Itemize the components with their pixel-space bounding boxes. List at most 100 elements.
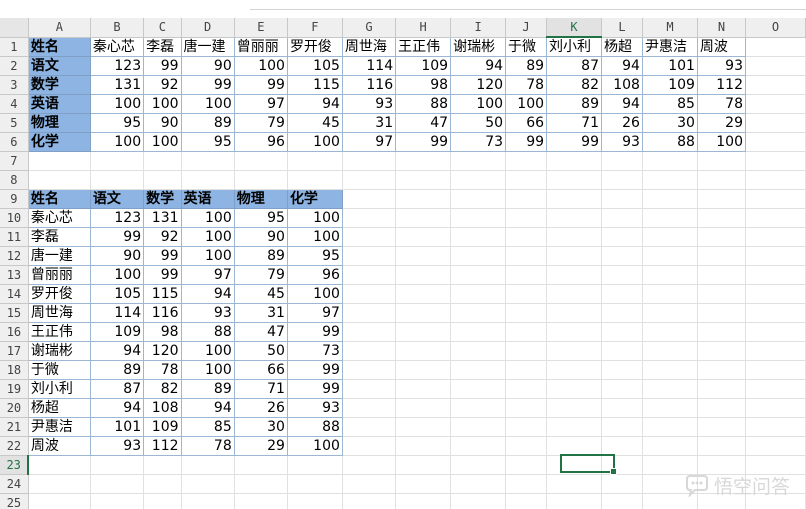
column-header-l[interactable]: L [601, 18, 643, 38]
cell[interactable] [505, 474, 548, 494]
cell[interactable] [546, 360, 602, 380]
cell[interactable] [745, 265, 806, 285]
table1-score[interactable]: 100 [89, 132, 145, 152]
table2-header[interactable]: 姓名 [27, 189, 91, 209]
cell[interactable] [28, 151, 91, 171]
table1-score[interactable]: 96 [233, 132, 288, 152]
cell[interactable] [342, 189, 397, 209]
cell[interactable] [395, 303, 452, 323]
table1-score[interactable]: 120 [450, 75, 507, 95]
table2-score[interactable]: 93 [180, 303, 235, 323]
cell[interactable] [450, 246, 507, 266]
table2-score[interactable]: 94 [180, 398, 235, 418]
table2-score[interactable]: 66 [233, 360, 288, 380]
cell[interactable] [546, 474, 602, 494]
cell[interactable] [697, 417, 746, 437]
table1-score[interactable]: 100 [143, 94, 182, 114]
cell[interactable] [505, 151, 548, 171]
cell[interactable] [546, 398, 602, 418]
cell[interactable] [28, 170, 91, 190]
cell[interactable] [342, 170, 397, 190]
table2-student-name[interactable]: 李磊 [27, 227, 91, 247]
table2-score[interactable]: 94 [89, 341, 145, 361]
table2-student-name[interactable]: 秦心芯 [27, 208, 91, 228]
table2-score[interactable]: 87 [89, 379, 145, 399]
cell[interactable] [181, 170, 235, 190]
table1-subject[interactable]: 英语 [27, 94, 91, 114]
cell[interactable] [601, 493, 643, 509]
table2-score[interactable]: 31 [233, 303, 288, 323]
table2-score[interactable]: 89 [233, 246, 288, 266]
table2-score[interactable]: 99 [89, 227, 145, 247]
table1-score[interactable]: 100 [696, 132, 746, 152]
cell[interactable] [450, 227, 507, 247]
cell[interactable] [642, 170, 698, 190]
table2-score[interactable]: 100 [180, 360, 235, 380]
table2-score[interactable]: 93 [286, 398, 343, 418]
cell[interactable] [745, 417, 806, 437]
table2-score[interactable]: 92 [143, 227, 182, 247]
cell[interactable] [546, 493, 602, 509]
cell[interactable] [342, 379, 397, 399]
cell[interactable] [342, 398, 397, 418]
cell[interactable] [697, 208, 746, 228]
table1-score[interactable]: 87 [546, 56, 602, 76]
cell[interactable] [697, 284, 746, 304]
table2-score[interactable]: 85 [180, 417, 235, 437]
cell[interactable] [601, 151, 643, 171]
cell[interactable] [601, 284, 643, 304]
cell[interactable] [450, 474, 507, 494]
table1-score[interactable]: 97 [341, 132, 397, 152]
table1-score[interactable]: 112 [696, 75, 746, 95]
cell[interactable] [395, 474, 452, 494]
cell[interactable] [181, 474, 235, 494]
table2-score[interactable]: 101 [89, 417, 145, 437]
table2-student-name[interactable]: 周波 [27, 436, 91, 456]
table1-score[interactable]: 79 [233, 113, 288, 133]
cell[interactable] [546, 189, 602, 209]
row-header[interactable]: 8 [0, 170, 29, 190]
cell[interactable] [181, 151, 235, 171]
table2-score[interactable]: 100 [286, 436, 343, 456]
table1-score[interactable]: 47 [395, 113, 452, 133]
cell[interactable] [395, 189, 452, 209]
table2-score[interactable]: 29 [233, 436, 288, 456]
cell[interactable] [642, 360, 698, 380]
row-header[interactable]: 23 [0, 455, 30, 475]
column-header-o[interactable]: O [745, 18, 806, 38]
table2-score[interactable]: 120 [143, 341, 182, 361]
cell[interactable] [546, 227, 602, 247]
table2-score[interactable]: 99 [286, 360, 343, 380]
cell[interactable] [697, 398, 746, 418]
table1-score[interactable]: 82 [546, 75, 602, 95]
row-header[interactable]: 5 [0, 113, 29, 133]
column-header-e[interactable]: E [234, 18, 288, 38]
cell[interactable] [143, 474, 182, 494]
table1-score[interactable]: 31 [341, 113, 397, 133]
row-header[interactable]: 4 [0, 94, 29, 114]
table2-student-name[interactable]: 唐一建 [27, 246, 91, 266]
cell[interactable] [601, 379, 643, 399]
table1-score[interactable]: 109 [641, 75, 698, 95]
row-header[interactable]: 17 [0, 341, 29, 361]
table1-score[interactable]: 101 [641, 56, 698, 76]
table1-score[interactable]: 94 [286, 94, 343, 114]
table2-score[interactable]: 98 [143, 322, 182, 342]
cell[interactable] [601, 322, 643, 342]
cell[interactable] [342, 436, 397, 456]
table1-score[interactable]: 94 [600, 56, 643, 76]
table1-student-name[interactable]: 周世海 [341, 36, 397, 57]
cell[interactable] [342, 246, 397, 266]
table1-score[interactable]: 78 [696, 94, 746, 114]
table2-header[interactable]: 数学 [143, 189, 182, 209]
cell[interactable] [546, 265, 602, 285]
table2-score[interactable]: 71 [233, 379, 288, 399]
cell[interactable] [546, 170, 602, 190]
table1-header-label[interactable]: 姓名 [27, 36, 91, 57]
table1-student-name[interactable]: 王正伟 [395, 36, 452, 57]
row-header[interactable]: 11 [0, 227, 29, 247]
table1-student-name[interactable]: 于微 [505, 36, 548, 57]
table1-score[interactable]: 99 [395, 132, 452, 152]
cell[interactable] [505, 208, 548, 228]
table2-score[interactable]: 105 [89, 284, 145, 304]
